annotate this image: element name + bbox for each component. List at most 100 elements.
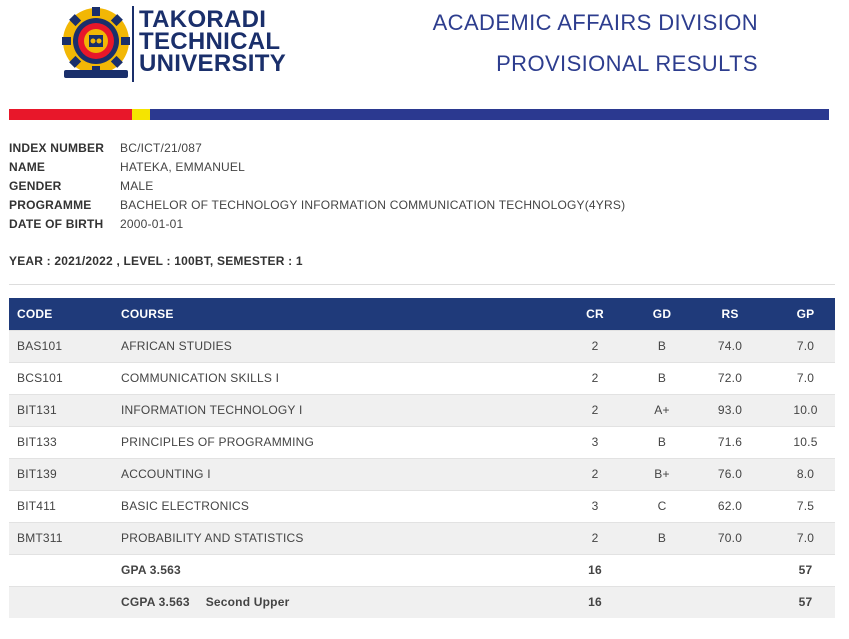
- table-row: BAS101 AFRICAN STUDIES 2 B 74.0 7.0: [9, 329, 835, 362]
- info-value: HATEKA, EMMANUEL: [120, 159, 245, 174]
- student-info: INDEX NUMBER BC/ICT/21/087 NAME HATEKA, …: [9, 138, 625, 233]
- column-header-rs: RS: [684, 298, 776, 330]
- cell-empty: [684, 553, 776, 586]
- cell-course: PRINCIPLES OF PROGRAMMING: [113, 425, 550, 458]
- logo-divider: [132, 6, 134, 82]
- results-table: CODE COURSE CR GD RS GP BAS101 AFRICAN S…: [9, 298, 835, 618]
- cell-course: COMMUNICATION SKILLS I: [113, 361, 550, 394]
- page-header: TAKORADI TECHNICAL UNIVERSITY ACADEMIC A…: [0, 0, 849, 100]
- cell-code: BIT133: [9, 425, 113, 458]
- cell-rs: 93.0: [684, 393, 776, 426]
- info-row-programme: PROGRAMME BACHELOR OF TECHNOLOGY INFORMA…: [9, 195, 625, 214]
- cell-gp: 7.0: [776, 521, 835, 554]
- column-header-gp: GP: [776, 298, 835, 330]
- cell-empty: [9, 585, 113, 618]
- table-header-row: CODE COURSE CR GD RS GP: [9, 298, 835, 330]
- cell-empty: [9, 553, 113, 586]
- cgpa-cell: CGPA 3.563 Second Upper: [113, 585, 550, 618]
- info-label: INDEX NUMBER: [9, 140, 105, 155]
- cell-rs: 70.0: [684, 521, 776, 554]
- table-row: BIT133 PRINCIPLES OF PROGRAMMING 3 B 71.…: [9, 425, 835, 458]
- info-row-dob: DATE OF BIRTH 2000-01-01: [9, 214, 625, 233]
- cell-gd: B: [640, 329, 684, 362]
- gpa-row: GPA 3.563 16 57: [9, 553, 835, 586]
- cell-gp: 8.0: [776, 457, 835, 490]
- cell-cr: 2: [550, 457, 640, 490]
- cell-gp: 7.5: [776, 489, 835, 522]
- column-header-code: CODE: [9, 298, 113, 330]
- info-row-gender: GENDER MALE: [9, 176, 625, 195]
- cell-cr: 3: [550, 489, 640, 522]
- info-label: PROGRAMME: [9, 197, 92, 212]
- cell-code: BAS101: [9, 329, 113, 362]
- info-value: MALE: [120, 178, 154, 193]
- cell-course: INFORMATION TECHNOLOGY I: [113, 393, 550, 426]
- gpa-label: GPA 3.563: [113, 553, 550, 586]
- cell-course: PROBABILITY AND STATISTICS: [113, 521, 550, 554]
- cell-rs: 62.0: [684, 489, 776, 522]
- cgpa-label: CGPA 3.563: [121, 595, 190, 610]
- university-name-line: UNIVERSITY: [139, 50, 287, 77]
- cell-code: BMT311: [9, 521, 113, 554]
- cell-cr: 2: [550, 329, 640, 362]
- cell-gd: B: [640, 521, 684, 554]
- info-label: NAME: [9, 159, 46, 174]
- results-title: PROVISIONAL RESULTS: [496, 51, 758, 76]
- cell-gp: 10.5: [776, 425, 835, 458]
- cgpa-grade-points: 57: [776, 585, 835, 618]
- column-header-course: COURSE: [113, 298, 550, 330]
- university-name: TAKORADI TECHNICAL UNIVERSITY: [139, 8, 287, 77]
- color-bar-blue: [150, 109, 829, 120]
- info-row-index: INDEX NUMBER BC/ICT/21/087: [9, 138, 625, 157]
- cell-code: BIT411: [9, 489, 113, 522]
- cell-gd: B+: [640, 457, 684, 490]
- cell-rs: 72.0: [684, 361, 776, 394]
- table-row: BIT139 ACCOUNTING I 2 B+ 76.0 8.0: [9, 457, 835, 490]
- info-label: GENDER: [9, 178, 62, 193]
- column-header-gd: GD: [640, 298, 684, 330]
- cell-cr: 2: [550, 393, 640, 426]
- color-bar-red: [9, 109, 132, 120]
- cell-code: BCS101: [9, 361, 113, 394]
- cell-cr: 3: [550, 425, 640, 458]
- cgpa-credits: 16: [550, 585, 640, 618]
- cell-empty: [684, 585, 776, 618]
- cell-gd: B: [640, 425, 684, 458]
- cell-course: ACCOUNTING I: [113, 457, 550, 490]
- info-value: 2000-01-01: [120, 216, 184, 231]
- gpa-credits: 16: [550, 553, 640, 586]
- cell-gd: B: [640, 361, 684, 394]
- academic-period: YEAR : 2021/2022 , LEVEL : 100BT, SEMEST…: [9, 254, 303, 268]
- cell-gd: A+: [640, 393, 684, 426]
- gpa-grade-points: 57: [776, 553, 835, 586]
- table-row: BIT131 INFORMATION TECHNOLOGY I 2 A+ 93.…: [9, 393, 835, 426]
- table-row: BMT311 PROBABILITY AND STATISTICS 2 B 70…: [9, 521, 835, 554]
- cell-code: BIT131: [9, 393, 113, 426]
- class-standing: Second Upper: [205, 595, 290, 610]
- cell-empty: [640, 553, 684, 586]
- division-title: ACADEMIC AFFAIRS DIVISION: [432, 10, 758, 35]
- info-label: DATE OF BIRTH: [9, 216, 104, 231]
- color-bar-yellow: [132, 109, 150, 120]
- column-header-cr: CR: [550, 298, 640, 330]
- info-value: BC/ICT/21/087: [120, 140, 202, 155]
- cell-gp: 7.0: [776, 329, 835, 362]
- cgpa-row: CGPA 3.563 Second Upper 16 57: [9, 585, 835, 618]
- cell-code: BIT139: [9, 457, 113, 490]
- divider: [9, 284, 835, 285]
- cell-rs: 74.0: [684, 329, 776, 362]
- cell-empty: [640, 585, 684, 618]
- info-value: BACHELOR OF TECHNOLOGY INFORMATION COMMU…: [120, 197, 626, 212]
- cell-cr: 2: [550, 361, 640, 394]
- info-row-name: NAME HATEKA, EMMANUEL: [9, 157, 625, 176]
- table-row: BCS101 COMMUNICATION SKILLS I 2 B 72.0 7…: [9, 361, 835, 394]
- cell-rs: 71.6: [684, 425, 776, 458]
- cell-course: BASIC ELECTRONICS: [113, 489, 550, 522]
- cell-gp: 10.0: [776, 393, 835, 426]
- cell-course: AFRICAN STUDIES: [113, 329, 550, 362]
- cell-gp: 7.0: [776, 361, 835, 394]
- color-bar: [9, 109, 829, 120]
- cell-gd: C: [640, 489, 684, 522]
- table-row: BIT411 BASIC ELECTRONICS 3 C 62.0 7.5: [9, 489, 835, 522]
- university-logo-icon: [62, 7, 130, 78]
